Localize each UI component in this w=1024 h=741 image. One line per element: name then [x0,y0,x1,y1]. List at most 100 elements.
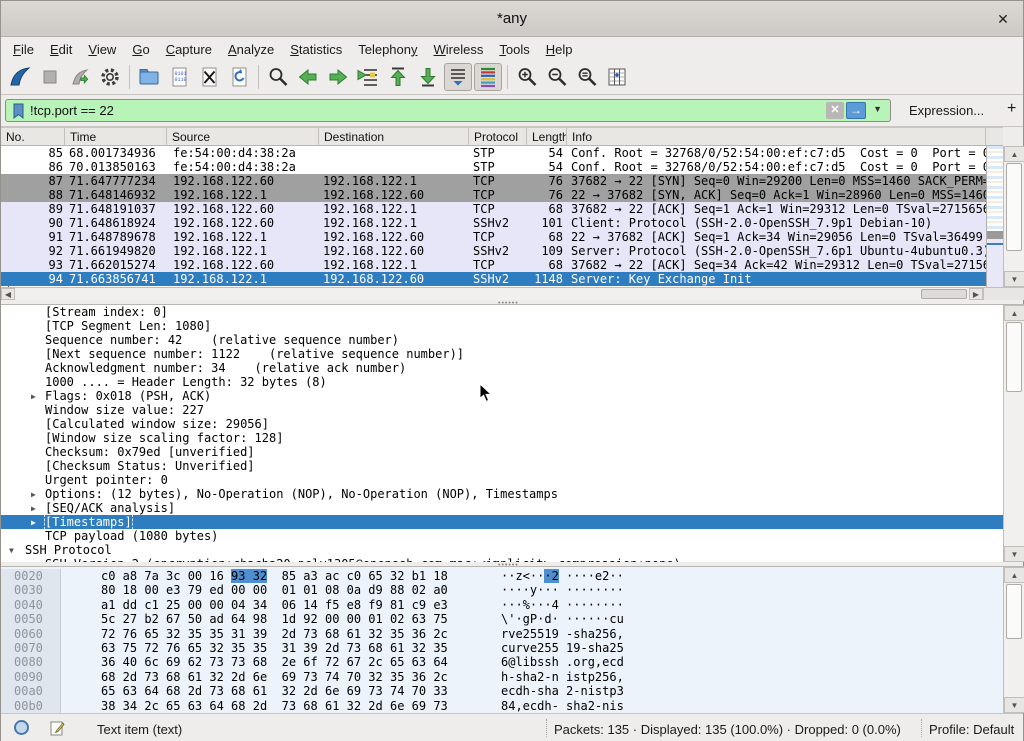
menu-statistics[interactable]: Statistics [282,40,350,59]
detail-row[interactable]: Acknowledgment number: 34 (relative ack … [1,361,1024,375]
display-filter-field[interactable]: ✕ → ▼ [5,99,891,122]
filter-add-button[interactable]: + [1007,100,1016,118]
scrollbar-thumb[interactable] [1006,584,1022,639]
scroll-down-icon[interactable]: ▼ [1004,271,1024,287]
hex-bytes[interactable]: c0 a8 7a 3c 00 16 93 32 85 a3 ac c0 65 3… [101,569,448,583]
column-header-source[interactable]: Source [167,128,319,146]
detail-vertical-scrollbar[interactable]: ▲ ▼ [1003,305,1024,562]
hex-bytes[interactable]: 5c 27 b2 67 50 ad 64 98 1d 92 00 00 01 0… [101,612,448,626]
detail-row[interactable]: Checksum: 0x79ed [unverified] [1,445,1024,459]
autoscroll-button[interactable] [444,63,472,91]
expanded-arrow-icon[interactable]: ▼ [9,544,14,558]
hex-ascii[interactable]: ecdh-sha 2-nistp3 [501,684,624,698]
detail-row[interactable]: TCP payload (1080 bytes) [1,529,1024,543]
capture-start-button[interactable] [6,63,34,91]
packet-row[interactable]: 8771.647777234192.168.122.60192.168.122.… [1,174,986,188]
file-reload-button[interactable] [225,63,253,91]
column-header-info[interactable]: Info [567,128,986,146]
capture-options-button[interactable] [96,63,124,91]
hex-bytes[interactable]: 63 75 72 76 65 32 35 35 31 39 2d 73 68 6… [101,641,448,655]
find-packet-button[interactable] [264,63,292,91]
column-header-time[interactable]: Time [65,128,167,146]
scroll-right-icon[interactable]: ▶ [969,288,983,300]
packet-row[interactable]: 8670.013850163fe:54:00:d4:38:2aSTP54Conf… [1,160,986,174]
hex-ascii[interactable]: 6@libssh .org,ecd [501,655,624,669]
go-forward-button[interactable] [324,63,352,91]
go-first-button[interactable] [384,63,412,91]
bytes-vertical-scrollbar[interactable]: ▲ ▼ [1003,567,1024,713]
scroll-up-icon[interactable]: ▲ [1004,146,1024,162]
hex-bytes[interactable]: 38 34 2c 65 63 64 68 2d 73 68 61 32 2d 6… [101,699,448,713]
filter-dropdown-caret-icon[interactable]: ▼ [873,104,882,114]
hex-row[interactable]: 0020c0 a8 7a 3c 00 16 93 32 85 a3 ac c0 … [1,569,1024,583]
title-bar[interactable]: *any ✕ [1,1,1023,37]
scroll-down-icon[interactable]: ▼ [1004,546,1024,562]
hex-row[interactable]: 003080 18 00 e3 79 ed 00 00 01 01 08 0a … [1,583,1024,597]
hex-row[interactable]: 00505c 27 b2 67 50 ad 64 98 1d 92 00 00 … [1,612,1024,626]
scroll-left-icon[interactable]: ◀ [1,288,15,300]
capture-restart-button[interactable] [66,63,94,91]
detail-row[interactable]: ▼SSH Protocol [1,543,1024,557]
close-button[interactable]: ✕ [993,9,1013,29]
menu-telephony[interactable]: Telephony [350,40,425,59]
hex-bytes[interactable]: 72 76 65 32 35 35 31 39 2d 73 68 61 32 3… [101,627,448,641]
file-close-button[interactable] [195,63,223,91]
hex-bytes[interactable]: 65 63 64 68 2d 73 68 61 32 2d 6e 69 73 7… [101,684,448,698]
detail-row[interactable]: [Checksum Status: Unverified] [1,459,1024,473]
packet-list-minimap[interactable] [986,146,1003,287]
hex-ascii[interactable]: 84,ecdh- sha2-nis [501,699,624,713]
detail-row[interactable]: [Stream index: 0] [1,305,1024,319]
packet-row[interactable]: 9371.662015274192.168.122.60192.168.122.… [1,258,986,272]
hex-row[interactable]: 007063 75 72 76 65 32 35 35 31 39 2d 73 … [1,641,1024,655]
packet-row[interactable]: 8971.648191037192.168.122.60192.168.122.… [1,202,986,216]
display-filter-input[interactable] [30,101,670,120]
colorize-button[interactable] [474,63,502,91]
detail-row[interactable]: Sequence number: 42 (relative sequence n… [1,333,1024,347]
detail-row[interactable]: [TCP Segment Len: 1080] [1,319,1024,333]
zoom-in-button[interactable] [513,63,541,91]
filter-clear-button[interactable]: ✕ [826,102,844,119]
hex-row[interactable]: 009068 2d 73 68 61 32 2d 6e 69 73 74 70 … [1,670,1024,684]
status-profile[interactable]: Profile: Default [929,722,1014,737]
packet-row[interactable]: 9071.648618924192.168.122.60192.168.122.… [1,216,986,230]
hex-ascii[interactable]: \'·gP·d· ······cu [501,612,624,626]
menu-edit[interactable]: Edit [42,40,80,59]
detail-row[interactable]: ▶[SEQ/ACK analysis] [1,501,1024,515]
packet-row[interactable]: 9171.648789678192.168.122.1192.168.122.6… [1,230,986,244]
scrollbar-thumb[interactable] [921,289,967,299]
collapsed-arrow-icon[interactable]: ▶ [31,390,36,404]
bookmark-icon[interactable] [11,103,27,125]
menu-file[interactable]: File [5,40,42,59]
hex-row[interactable]: 00a065 63 64 68 2d 73 68 61 32 2d 6e 69 … [1,684,1024,698]
menu-go[interactable]: Go [124,40,157,59]
menu-capture[interactable]: Capture [158,40,220,59]
hex-bytes[interactable]: 68 2d 73 68 61 32 2d 6e 69 73 74 70 32 3… [101,670,448,684]
hex-row[interactable]: 008036 40 6c 69 62 73 73 68 2e 6f 72 67 … [1,655,1024,669]
packet-row[interactable]: 8568.001734936fe:54:00:d4:38:2aSTP54Conf… [1,146,986,160]
zoom-original-button[interactable] [573,63,601,91]
hex-ascii[interactable]: ··z<···2 ····e2·· [501,569,624,583]
file-open-button[interactable] [135,63,163,91]
collapsed-arrow-icon[interactable]: ▶ [31,488,36,502]
file-save-button[interactable]: 01010110 [165,63,193,91]
menu-wireless[interactable]: Wireless [426,40,492,59]
hex-ascii[interactable]: ···%···4 ········ [501,598,624,612]
detail-row[interactable]: ▶Flags: 0x018 (PSH, ACK) [1,389,1024,403]
go-to-packet-button[interactable] [354,63,382,91]
packet-list-vertical-scrollbar[interactable]: ▲ ▼ [1003,146,1024,287]
scroll-up-icon[interactable]: ▲ [1004,305,1024,321]
hex-ascii[interactable]: rve25519 -sha256, [501,627,624,641]
detail-row[interactable]: ▶Options: (12 bytes), No-Operation (NOP)… [1,487,1024,501]
go-back-button[interactable] [294,63,322,91]
column-header-protocol[interactable]: Protocol [469,128,527,146]
menu-tools[interactable]: Tools [491,40,537,59]
collapsed-arrow-icon[interactable]: ▶ [31,516,36,530]
detail-row[interactable]: 1000 .... = Header Length: 32 bytes (8) [1,375,1024,389]
detail-row[interactable]: Window size value: 227 [1,403,1024,417]
hex-row[interactable]: 006072 76 65 32 35 35 31 39 2d 73 68 61 … [1,627,1024,641]
hex-bytes[interactable]: a1 dd c1 25 00 00 04 34 06 14 f5 e8 f9 8… [101,598,448,612]
detail-row[interactable]: [Calculated window size: 29056] [1,417,1024,431]
scroll-up-icon[interactable]: ▲ [1004,567,1024,583]
hex-row[interactable]: 00b038 34 2c 65 63 64 68 2d 73 68 61 32 … [1,699,1024,713]
hex-bytes[interactable]: 36 40 6c 69 62 73 73 68 2e 6f 72 67 2c 6… [101,655,448,669]
